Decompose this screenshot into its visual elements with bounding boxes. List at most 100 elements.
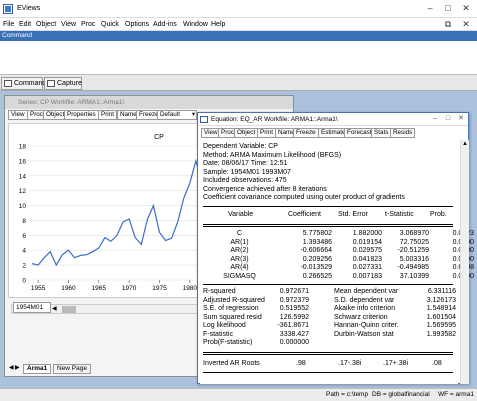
equation-window[interactable]: Equation: EQ_AR Workfile: ARMA1::Arma1\ … — [197, 112, 474, 384]
header-line: Included observations: 475 — [203, 177, 287, 184]
equation-title-text: Equation: EQ_AR Workfile: ARMA1::Arma1\ — [211, 116, 338, 123]
menu-options[interactable]: Options — [125, 21, 149, 28]
command-input[interactable] — [0, 41, 477, 75]
stat-value: 0.000000 — [279, 339, 309, 346]
series-view-button[interactable]: View — [8, 110, 28, 120]
sample-field[interactable]: 1954M01 — [13, 302, 51, 313]
mdi-close-icon[interactable]: ✕ — [459, 18, 473, 30]
title-bar: EViews – □ ✕ — [0, 0, 477, 18]
coef-variable: AR(1) — [230, 238, 249, 246]
menu-object[interactable]: Object — [36, 21, 56, 28]
sheet-tab-arma1[interactable]: Arma1 — [23, 364, 52, 374]
series-default-label: Default — [160, 111, 180, 118]
status-bar: Path = c:\temp DB = globalfinancial WF =… — [0, 388, 477, 401]
menu-proc[interactable]: Proc — [81, 21, 95, 28]
stat-label: Durbin-Watson stat — [334, 330, 394, 338]
coef-variable: AR(3) — [230, 255, 249, 263]
y-tick-label: 10 — [19, 203, 27, 210]
eq-object-button[interactable]: Object — [234, 128, 259, 138]
coef-variable: SIGMASQ — [223, 272, 256, 280]
col-header-std-error: Std. Error — [338, 211, 368, 218]
equation-vertical-scrollbar[interactable]: ▲ — [460, 140, 469, 384]
menu-window[interactable]: Window — [183, 21, 208, 28]
eq-print-button[interactable]: Print — [257, 128, 276, 138]
capture-tab-icon — [47, 80, 55, 87]
menu-file[interactable]: File — [3, 21, 14, 28]
root-value: .17-.38i — [338, 360, 362, 367]
tab-capture-label: Capture — [57, 80, 82, 87]
root-value: .17+.38i — [383, 360, 409, 367]
equation-output: Dependent Variable: CP Method: ARMA Maxi… — [200, 140, 474, 384]
eq-stats-button[interactable]: Stats — [371, 128, 392, 138]
sheet-tab-new-page[interactable]: New Page — [53, 364, 91, 374]
stat-value: 126.5992 — [279, 313, 309, 321]
stat-value: -361.8671 — [277, 322, 309, 329]
minimize-icon[interactable]: – — [423, 2, 437, 15]
sheet-nav-right-icon[interactable]: ▶ — [15, 364, 20, 371]
menu-view[interactable]: View — [61, 21, 76, 28]
menu-help[interactable]: Help — [211, 21, 225, 28]
header-line: Sample: 1954M01 1993M07 — [203, 168, 291, 176]
scroll-up-icon[interactable]: ▲ — [462, 141, 468, 147]
coef-value: 1.393486 — [302, 238, 332, 246]
x-tick-label: 1955 — [31, 285, 46, 292]
coef-value: 5.775802 — [302, 230, 332, 237]
y-tick-label: 16 — [19, 158, 27, 165]
stat-label: Mean dependent var — [334, 288, 399, 295]
eq-forecast-button[interactable]: Forecast — [344, 128, 375, 138]
x-tick-label: 1980 — [183, 285, 198, 292]
col-header-coefficient: Coefficient — [288, 211, 321, 218]
tab-command[interactable]: Command — [1, 77, 47, 90]
header-line: Dependent Variable: CP — [203, 143, 278, 150]
stat-value: 0.972379 — [279, 296, 309, 304]
x-tick-label: 1960 — [61, 285, 76, 292]
table-rule — [203, 354, 453, 355]
eq-resids-button[interactable]: Resids — [390, 128, 416, 138]
series-print-button[interactable]: Print — [98, 110, 117, 120]
eq-maximize-icon[interactable]: □ — [443, 114, 453, 124]
eq-freeze-button[interactable]: Freeze — [293, 128, 319, 138]
restore-icon[interactable]: ⧉ — [441, 18, 455, 30]
y-tick-label: 2 — [22, 263, 26, 270]
tab-command-label: Command — [14, 80, 47, 87]
coef-variable: C — [236, 230, 243, 237]
stat-label: F-statistic — [203, 330, 233, 338]
scroll-left-icon[interactable]: ◀ — [52, 305, 57, 312]
y-tick-label: 14 — [19, 173, 27, 180]
stat-label: Akaike info criterion — [334, 305, 396, 312]
command-tab-icon — [4, 80, 12, 87]
equation-icon — [200, 116, 208, 123]
scroll-thumb[interactable] — [62, 306, 76, 313]
stat-label: Log likelihood — [203, 322, 246, 329]
series-line — [31, 158, 203, 267]
tab-capture[interactable]: Capture — [44, 77, 82, 90]
menu-edit[interactable]: Edit — [19, 21, 31, 28]
table-rule — [203, 226, 453, 227]
close-icon[interactable]: ✕ — [459, 2, 473, 15]
menu-addins[interactable]: Add-ins — [153, 21, 177, 28]
status-wf: WF = arma1 — [438, 391, 474, 398]
series-window-title[interactable]: Series: CP Workfile: ARMA1::Arma1\ — [5, 96, 293, 109]
root-value: .98 — [296, 360, 306, 367]
stat-label: Prob(F-statistic) — [203, 339, 253, 346]
status-db: DB = globalfinancial — [372, 391, 430, 398]
equation-window-title[interactable]: Equation: EQ_AR Workfile: ARMA1::Arma1\ … — [198, 113, 468, 126]
y-tick-label: 0 — [22, 278, 26, 285]
stat-value: 3.126173 — [426, 296, 456, 304]
line-chart: CP 0 2 4 6 8 10 12 14 16 18 1955 1960 1965 1970 1975 1… — [19, 134, 205, 292]
stat-value: 3338.427 — [279, 330, 309, 338]
eq-close-icon[interactable]: ✕ — [456, 114, 466, 124]
sheet-nav-left-icon[interactable]: ◀ — [9, 364, 14, 371]
chart-title: CP — [154, 134, 164, 141]
x-tick-label: 1965 — [92, 285, 107, 292]
maximize-icon[interactable]: □ — [441, 2, 455, 15]
coef-value: -0.606664 — [300, 247, 332, 254]
series-default-dropdown[interactable]: Default ▾ — [157, 110, 197, 120]
x-tick-label: 1975 — [152, 285, 167, 292]
menu-quick[interactable]: Quick — [101, 21, 119, 28]
eq-minimize-icon[interactable]: – — [430, 114, 440, 124]
stat-value: 1.548914 — [426, 305, 456, 312]
table-rule — [203, 284, 453, 285]
header-line: Convergence achieved after 8 iterations — [203, 185, 327, 193]
series-properties-button[interactable]: Properties — [64, 110, 99, 120]
